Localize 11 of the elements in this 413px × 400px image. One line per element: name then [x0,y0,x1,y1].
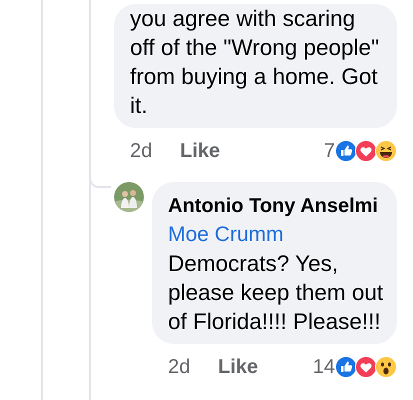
mention-link[interactable]: Moe Crumm [168,220,385,249]
comment-author[interactable]: Antonio Tony Anselmi [168,192,385,220]
comment-time: 2d [168,356,192,378]
comment-text: Democrats? Yes, please keep them out of Florida!!!! Please!!! [168,250,384,336]
like-link[interactable]: Like [180,140,220,162]
reaction-count[interactable]: 7 [324,140,335,162]
reaction-count[interactable]: 14 [312,356,335,378]
avatar[interactable] [114,182,144,212]
comment-time: 2d [130,140,154,162]
like-link[interactable]: Like [218,356,258,378]
comment-text: you agree with scaring off of the "Wrong people" from buying a home. Got it. [130,5,380,120]
